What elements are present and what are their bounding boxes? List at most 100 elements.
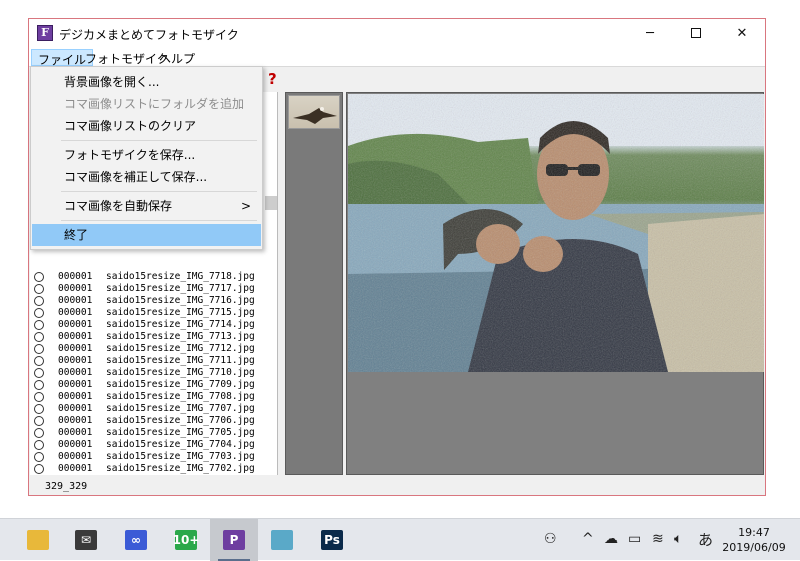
list-item-filename: saido15resize_IMG_7716.jpg: [106, 295, 255, 306]
volume-icon[interactable]: 🔈︎: [674, 531, 682, 547]
list-item[interactable]: 000001 saido15resize_IMG_7716.jpg: [30, 295, 266, 307]
menu-help[interactable]: ヘルプ: [153, 49, 201, 66]
list-item[interactable]: 000001 saido15resize_IMG_7707.jpg: [30, 403, 266, 415]
radio-icon[interactable]: [34, 464, 44, 474]
list-item-count: 000001: [58, 331, 93, 342]
radio-icon[interactable]: [34, 380, 44, 390]
menu-item-save-mosaic[interactable]: フォトモザイクを保存...: [32, 144, 261, 166]
list-item-count: 000001: [58, 403, 93, 414]
list-item[interactable]: 000001 saido15resize_IMG_7709.jpg: [30, 379, 266, 391]
app-icon[interactable]: F: [37, 25, 53, 41]
taskbar-mail[interactable]: ✉: [62, 519, 110, 561]
radio-icon[interactable]: [34, 356, 44, 366]
list-item[interactable]: 000001 saido15resize_IMG_7706.jpg: [30, 415, 266, 427]
menu-item-clear-list[interactable]: コマ画像リストのクリア: [32, 115, 261, 137]
list-item[interactable]: 000001 saido15resize_IMG_7714.jpg: [30, 319, 266, 331]
file-menu-dropdown: 背景画像を開く... コマ画像リストにフォルダを追加 コマ画像リストのクリア フ…: [30, 66, 263, 250]
clock-time: 19:47: [738, 526, 770, 539]
battery-icon[interactable]: ▭: [628, 531, 641, 547]
list-item[interactable]: 000001 saido15resize_IMG_7704.jpg: [30, 439, 266, 451]
list-item[interactable]: 000001 saido15resize_IMG_7712.jpg: [30, 343, 266, 355]
list-item-filename: saido15resize_IMG_7712.jpg: [106, 343, 255, 354]
list-item-count: 000001: [58, 379, 93, 390]
photoshop-icon: Ps: [321, 530, 343, 550]
taskbar-infinity-app[interactable]: ∞: [112, 519, 160, 561]
taskbar-counter-app[interactable]: 10+: [162, 519, 210, 561]
menu-item-add-folder: コマ画像リストにフォルダを追加: [64, 97, 245, 111]
thumbnail-image[interactable]: [288, 95, 340, 129]
mail-icon: ✉: [75, 530, 97, 550]
list-item[interactable]: 000001 saido15resize_IMG_7717.jpg: [30, 283, 266, 295]
photomosaic-app-icon: P: [223, 530, 245, 550]
menu-item-exit[interactable]: 終了: [32, 224, 261, 246]
taskbar-file-explorer[interactable]: [14, 519, 62, 561]
list-item-count: 000001: [58, 271, 93, 282]
list-item-filename: saido15resize_IMG_7707.jpg: [106, 403, 255, 414]
taskbar-photoshop[interactable]: Ps: [308, 519, 356, 561]
thumbnail-strip[interactable]: [285, 92, 343, 475]
menu-item-open-background[interactable]: 背景画像を開く...: [32, 71, 261, 93]
menu-item-save-corrected[interactable]: コマ画像を補正して保存...: [32, 166, 261, 188]
status-counter: 329_329: [45, 481, 88, 492]
radio-icon[interactable]: [34, 416, 44, 426]
show-hidden-icons-chevron-icon[interactable]: ^: [582, 531, 594, 547]
radio-icon[interactable]: [34, 320, 44, 330]
taskbar-clock[interactable]: 19:47 2019/06/09: [714, 525, 794, 555]
radio-icon[interactable]: [34, 284, 44, 294]
list-item-filename: saido15resize_IMG_7706.jpg: [106, 415, 255, 426]
maximize-button[interactable]: [673, 19, 719, 47]
radio-icon[interactable]: [34, 344, 44, 354]
list-item-count: 000001: [58, 307, 93, 318]
list-item[interactable]: 000001 saido15resize_IMG_7710.jpg: [30, 367, 266, 379]
taskbar-photomosaic-app[interactable]: P: [210, 519, 258, 561]
wifi-icon[interactable]: ≋: [652, 531, 664, 547]
list-scrollbar-thumb[interactable]: [265, 196, 277, 210]
people-icon[interactable]: ⚇: [544, 531, 557, 547]
list-item[interactable]: 000001 saido15resize_IMG_7713.jpg: [30, 331, 266, 343]
list-item-filename: saido15resize_IMG_7705.jpg: [106, 427, 255, 438]
submenu-arrow-icon: >: [240, 199, 251, 213]
list-item-count: 000001: [58, 391, 93, 402]
ime-indicator[interactable]: あ: [698, 529, 713, 550]
list-item-filename: saido15resize_IMG_7709.jpg: [106, 379, 255, 390]
radio-icon[interactable]: [34, 428, 44, 438]
list-item[interactable]: 000001 saido15resize_IMG_7718.jpg: [30, 271, 266, 283]
radio-icon[interactable]: [34, 296, 44, 306]
clock-date: 2019/06/09: [722, 541, 786, 554]
list-item-filename: saido15resize_IMG_7703.jpg: [106, 451, 255, 462]
radio-icon[interactable]: [34, 368, 44, 378]
menu-item-auto-save[interactable]: コマ画像を自動保存 >: [32, 195, 261, 217]
list-item[interactable]: 000001 saido15resize_IMG_7702.jpg: [30, 463, 266, 475]
counter-app-icon: 10+: [173, 530, 199, 550]
radio-icon[interactable]: [34, 272, 44, 282]
close-button[interactable]: ✕: [719, 19, 765, 47]
radio-icon[interactable]: [34, 452, 44, 462]
onedrive-cloud-icon[interactable]: ☁: [604, 531, 618, 547]
radio-icon[interactable]: [34, 308, 44, 318]
taskbar: ✉ ∞ 10+ P Ps ⚇ ^ ☁ ▭ ≋ 🔈︎ あ 19:47 2019/06/09: [0, 518, 800, 561]
menu-bar: ファイル フォトモザイク ヘルプ: [29, 47, 765, 67]
list-item[interactable]: 000001 saido15resize_IMG_7711.jpg: [30, 355, 266, 367]
list-item[interactable]: 000001 saido15resize_IMG_7703.jpg: [30, 451, 266, 463]
list-item[interactable]: 000001 saido15resize_IMG_7705.jpg: [30, 427, 266, 439]
title-bar[interactable]: F デジカメまとめてフォトモザイク ─ ✕: [29, 19, 765, 47]
list-item-count: 000001: [58, 295, 93, 306]
list-item[interactable]: 000001 saido15resize_IMG_7715.jpg: [30, 307, 266, 319]
radio-icon[interactable]: [34, 392, 44, 402]
list-item-count: 000001: [58, 319, 93, 330]
list-item-count: 000001: [58, 415, 93, 426]
list-item[interactable]: 000001 saido15resize_IMG_7708.jpg: [30, 391, 266, 403]
taskbar-book-app[interactable]: [258, 519, 306, 561]
minimize-button[interactable]: ─: [627, 19, 673, 47]
mosaic-preview-pane[interactable]: [346, 92, 764, 475]
list-item-count: 000001: [58, 355, 93, 366]
help-icon[interactable]: ?: [268, 70, 277, 88]
list-item-filename: saido15resize_IMG_7714.jpg: [106, 319, 255, 330]
list-item-filename: saido15resize_IMG_7710.jpg: [106, 367, 255, 378]
radio-icon[interactable]: [34, 440, 44, 450]
radio-icon[interactable]: [34, 332, 44, 342]
list-item-filename: saido15resize_IMG_7702.jpg: [106, 463, 255, 474]
list-item-filename: saido15resize_IMG_7704.jpg: [106, 439, 255, 450]
radio-icon[interactable]: [34, 404, 44, 414]
list-item-count: 000001: [58, 367, 93, 378]
